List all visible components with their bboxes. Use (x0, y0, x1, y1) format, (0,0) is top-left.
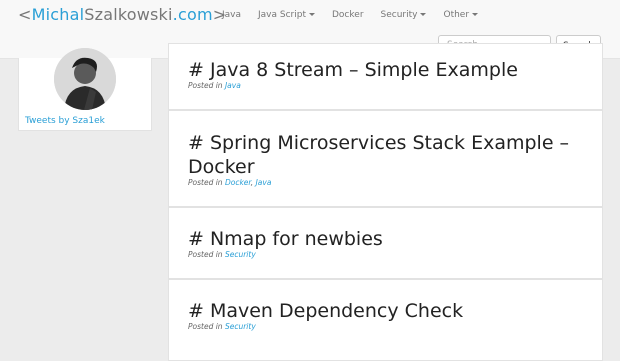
posted-in-label: Posted in (188, 322, 223, 331)
post-category-link[interactable]: Security (225, 322, 256, 331)
post-category-link[interactable]: Security (225, 250, 256, 259)
post-title[interactable]: # Maven Dependency Check (188, 299, 463, 323)
post-card: # Maven Dependency Check Posted in Secur… (168, 279, 603, 361)
nav-item-security[interactable]: Security (381, 10, 427, 20)
brand-first-name: Michal (31, 5, 85, 24)
brand-open-bracket: < (18, 5, 32, 24)
post-meta: Posted in Security (188, 250, 256, 259)
nav-item-docker[interactable]: Docker (332, 10, 364, 20)
nav-item-label: Java (222, 10, 242, 20)
nav-item-label: Docker (332, 10, 364, 20)
post-category-link[interactable]: Docker (225, 178, 251, 187)
nav-item-other[interactable]: Other (443, 10, 479, 20)
posted-in-label: Posted in (188, 250, 223, 259)
posted-in-label: Posted in (188, 81, 223, 90)
nav-item-java[interactable]: Java (222, 10, 241, 20)
main-nav: Java Java Script Docker Security Other (222, 10, 495, 20)
posted-in-label: Posted in (188, 178, 223, 187)
post-title[interactable]: # Nmap for newbies (188, 227, 383, 251)
sidebar-profile-card: Tweets by Sza1ek (18, 48, 152, 131)
post-card: # Nmap for newbies Posted in Security (168, 207, 603, 279)
caret-down-icon (472, 13, 479, 16)
post-title[interactable]: # Java 8 Stream – Simple Example (188, 58, 518, 82)
nav-item-java-script[interactable]: Java Script (258, 10, 315, 20)
caret-down-icon (309, 13, 315, 16)
post-category-link[interactable]: Java (256, 178, 272, 187)
post-card: # Spring Microservices Stack Example – D… (168, 110, 603, 207)
profile-photo-icon (54, 48, 116, 110)
nav-item-label: Security (380, 10, 418, 20)
post-title[interactable]: # Spring Microservices Stack Example – (188, 131, 569, 155)
site-brand-link[interactable]: <MichalSzalkowski.com> (18, 5, 226, 24)
nav-item-label: Java Script (258, 10, 306, 20)
nav-item-label: Other (443, 10, 470, 20)
post-meta: Posted in Docker, Java (188, 178, 271, 187)
brand-tld: .com (172, 5, 213, 24)
caret-down-icon (420, 13, 427, 16)
brand-last-name: Szalkowski (84, 5, 173, 24)
tweets-by-link[interactable]: Tweets by Sza1ek (25, 116, 105, 126)
post-title-continued[interactable]: Docker (188, 155, 255, 179)
post-category-link[interactable]: Java (225, 81, 241, 90)
post-meta: Posted in Security (188, 322, 256, 331)
avatar (54, 48, 116, 110)
post-card: # Java 8 Stream – Simple Example Posted … (168, 43, 603, 110)
post-meta: Posted in Java (188, 81, 241, 90)
